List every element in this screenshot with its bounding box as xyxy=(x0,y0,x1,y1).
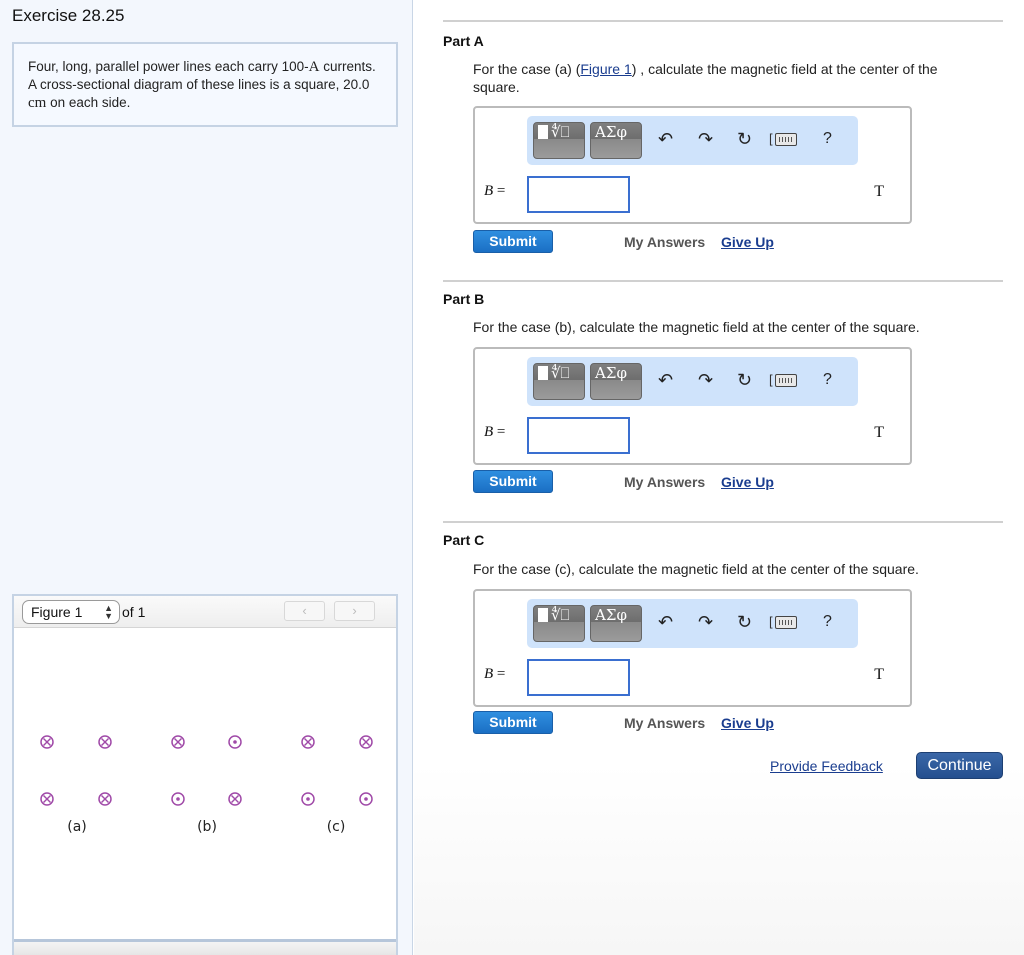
answer-label: B = xyxy=(484,183,506,199)
reset-icon[interactable]: ↻ xyxy=(737,129,752,150)
case-label: (c) xyxy=(327,819,346,835)
current-into-page-icon xyxy=(40,735,54,749)
problem-statement: Four, long, parallel power lines each ca… xyxy=(12,42,398,127)
exercise-title: Exercise 28.25 xyxy=(12,6,125,25)
keyboard-icon[interactable] xyxy=(775,133,797,146)
part-c-answer-box: ∜⎕ ΑΣφ ↶ ↷ ↻ [ ? B = T xyxy=(473,589,912,707)
case-a: (a) xyxy=(40,735,112,835)
figure-canvas: (a) (b) (c) xyxy=(14,629,396,932)
case-c: (c) xyxy=(301,735,373,835)
part-a-give-up-link[interactable]: Give Up xyxy=(721,234,774,250)
part-b-submit-button[interactable]: Submit xyxy=(473,470,553,493)
current-into-page-icon xyxy=(228,792,242,806)
chevron-left-icon: ‹ xyxy=(302,603,307,618)
select-arrows-icon: ▲ ▼ xyxy=(104,603,113,621)
divider xyxy=(443,280,1003,282)
greek-symbols-button[interactable]: ΑΣφ xyxy=(590,122,642,159)
prev-figure-button[interactable]: ‹ xyxy=(284,601,325,621)
part-b-answer-input[interactable] xyxy=(527,417,630,454)
math-toolbar: ∜⎕ ΑΣφ ↶ ↷ ↻ [ ? xyxy=(527,116,858,165)
next-figure-button[interactable]: › xyxy=(334,601,375,621)
unit-label: T xyxy=(874,424,884,441)
part-a-answer-box: ∜⎕ ΑΣφ ↶ ↷ ↻ [ ? B = T xyxy=(473,106,912,224)
current-unit: A xyxy=(308,59,320,75)
part-b-question: For the case (b), calculate the magnetic… xyxy=(473,319,920,335)
answer-label: B = xyxy=(484,424,506,440)
help-icon[interactable]: ? xyxy=(823,613,832,631)
part-a-question: For the case (a) (Figure 1) , calculate … xyxy=(473,61,938,95)
divider xyxy=(443,20,1003,22)
help-icon[interactable]: ? xyxy=(823,130,832,148)
length-unit: cm xyxy=(28,95,47,111)
undo-icon[interactable]: ↶ xyxy=(658,612,673,633)
figure-1-link[interactable]: Figure 1 xyxy=(580,61,631,77)
current-into-page-icon xyxy=(301,735,315,749)
current-into-page-icon xyxy=(40,792,54,806)
current-into-page-icon xyxy=(171,735,185,749)
current-into-page-icon xyxy=(98,792,112,806)
help-icon[interactable]: ? xyxy=(823,371,832,389)
part-b-title: Part B xyxy=(443,291,485,307)
redo-icon[interactable]: ↷ xyxy=(698,129,713,150)
figure-select[interactable]: Figure 1 ▲ ▼ xyxy=(22,600,120,624)
current-into-page-icon xyxy=(98,735,112,749)
part-c-answer-input[interactable] xyxy=(527,659,630,696)
part-b-my-answers: My Answers xyxy=(624,474,706,490)
math-toolbar: ∜⎕ ΑΣφ ↶ ↷ ↻ [ ? xyxy=(527,599,858,648)
templates-button[interactable]: ∜⎕ xyxy=(533,605,585,642)
figure-count: of 1 xyxy=(122,604,146,620)
templates-button[interactable]: ∜⎕ xyxy=(533,363,585,400)
reset-icon[interactable]: ↻ xyxy=(737,370,752,391)
part-a-submit-button[interactable]: Submit xyxy=(473,230,553,253)
part-c-my-answers: My Answers xyxy=(624,715,706,731)
keyboard-icon[interactable] xyxy=(775,374,797,387)
part-c-question: For the case (c), calculate the magnetic… xyxy=(473,561,919,577)
continue-button[interactable]: Continue xyxy=(916,752,1003,779)
case-b: (b) xyxy=(171,735,242,835)
bracket-icon: [ xyxy=(769,614,773,629)
reset-icon[interactable]: ↻ xyxy=(737,612,752,633)
greek-symbols-button[interactable]: ΑΣφ xyxy=(590,605,642,642)
current-out-of-page-icon xyxy=(171,792,185,806)
part-c-give-up-link[interactable]: Give Up xyxy=(721,715,774,731)
part-c-submit-button[interactable]: Submit xyxy=(473,711,553,734)
part-a-my-answers: My Answers xyxy=(624,234,706,250)
part-b-answer-box: ∜⎕ ΑΣφ ↶ ↷ ↻ [ ? B = T xyxy=(473,347,912,465)
redo-icon[interactable]: ↷ xyxy=(698,612,713,633)
current-out-of-page-icon xyxy=(359,792,373,806)
redo-icon[interactable]: ↷ xyxy=(698,370,713,391)
bracket-icon: [ xyxy=(769,131,773,146)
templates-button[interactable]: ∜⎕ xyxy=(533,122,585,159)
figure-panel: Figure 1 ▲ ▼ of 1 ‹ › (a) (b) (c) xyxy=(12,594,398,955)
chevron-right-icon: › xyxy=(352,603,357,618)
part-b-give-up-link[interactable]: Give Up xyxy=(721,474,774,490)
figure-footer xyxy=(14,939,396,955)
current-into-page-icon xyxy=(359,735,373,749)
part-a-title: Part A xyxy=(443,33,484,49)
unit-label: T xyxy=(874,666,884,683)
problem-column: Exercise 28.25 Four, long, parallel powe… xyxy=(0,0,413,955)
part-c-title: Part C xyxy=(443,532,485,548)
current-out-of-page-icon xyxy=(228,735,242,749)
figure-header: Figure 1 ▲ ▼ of 1 ‹ › xyxy=(14,596,396,628)
undo-icon[interactable]: ↶ xyxy=(658,129,673,150)
case-label: (b) xyxy=(197,819,217,835)
provide-feedback-link[interactable]: Provide Feedback xyxy=(770,758,883,774)
case-label: (a) xyxy=(67,819,87,835)
greek-symbols-button[interactable]: ΑΣφ xyxy=(590,363,642,400)
keyboard-icon[interactable] xyxy=(775,616,797,629)
answer-label: B = xyxy=(484,666,506,682)
part-a-answer-input[interactable] xyxy=(527,176,630,213)
divider xyxy=(443,521,1003,523)
bracket-icon: [ xyxy=(769,372,773,387)
wire-diagram: (a) (b) (c) xyxy=(40,735,373,835)
current-out-of-page-icon xyxy=(301,792,315,806)
math-toolbar: ∜⎕ ΑΣφ ↶ ↷ ↻ [ ? xyxy=(527,357,858,406)
parts-column: Part A For the case (a) (Figure 1) , cal… xyxy=(414,0,1024,955)
unit-label: T xyxy=(874,183,884,200)
undo-icon[interactable]: ↶ xyxy=(658,370,673,391)
